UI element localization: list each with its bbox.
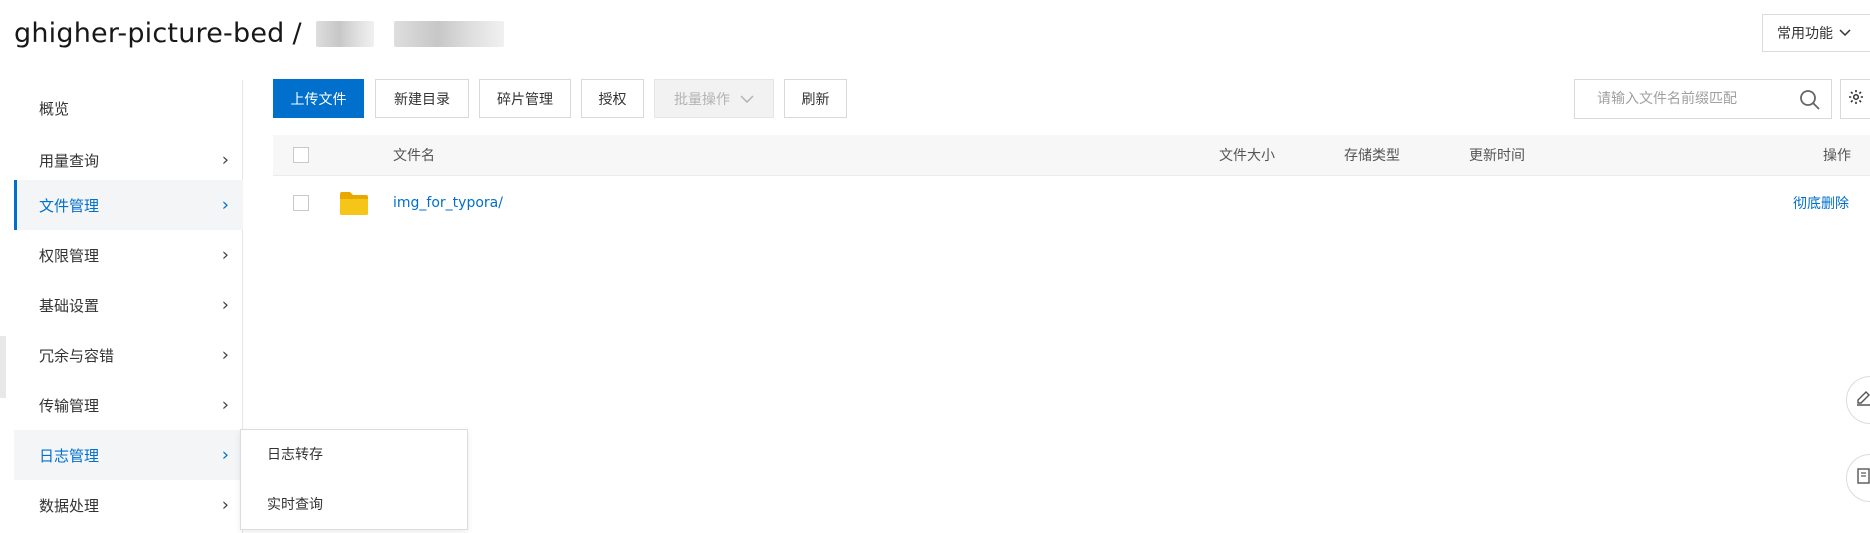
- docs-float-button[interactable]: [1846, 454, 1870, 502]
- new-directory-button[interactable]: 新建目录: [375, 79, 469, 118]
- folder-icon: [339, 178, 369, 228]
- gear-icon: [1848, 89, 1864, 109]
- authorize-label: 授权: [598, 91, 627, 108]
- bucket-name: ghigher-picture-bed: [14, 18, 285, 49]
- column-header-actions: 操作: [1823, 148, 1851, 164]
- chevron-down-icon: [740, 92, 754, 106]
- settings-button[interactable]: [1840, 79, 1870, 119]
- chevron-right-icon: ›: [221, 244, 229, 266]
- redacted-path-segment: [315, 20, 374, 47]
- chevron-down-icon: [1839, 26, 1851, 40]
- delete-permanently-link[interactable]: 彻底删除: [1793, 178, 1849, 228]
- sidebar-item-label: 基础设置: [39, 296, 100, 315]
- sidebar-item-permissions[interactable]: 权限管理 ›: [14, 230, 243, 280]
- sidebar-item-basic-settings[interactable]: 基础设置 ›: [14, 280, 243, 330]
- breadcrumb-separator: /: [292, 18, 302, 49]
- common-functions-label: 常用功能: [1777, 26, 1833, 42]
- sidebar-item-label: 概览: [39, 99, 70, 118]
- fragment-management-button[interactable]: 碎片管理: [479, 79, 571, 118]
- sidebar-item-redundancy[interactable]: 冗余与容错 ›: [14, 330, 243, 380]
- chevron-right-icon: ›: [221, 494, 229, 516]
- sidebar-item-file-management[interactable]: 文件管理 ›: [14, 180, 243, 230]
- chevron-right-icon: ›: [221, 394, 229, 416]
- sidebar-item-label: 数据处理: [39, 496, 100, 515]
- refresh-button[interactable]: 刷新: [784, 79, 847, 118]
- chevron-right-icon: ›: [221, 194, 229, 216]
- sidebar-item-label: 冗余与容错: [39, 346, 115, 365]
- sidebar-item-transfer[interactable]: 传输管理 ›: [14, 380, 243, 430]
- chevron-right-icon: ›: [221, 344, 229, 366]
- file-table-header: 文件名 文件大小 存储类型 更新时间 操作: [273, 135, 1870, 176]
- authorize-button[interactable]: 授权: [581, 79, 644, 118]
- search-box: [1574, 79, 1832, 119]
- chevron-right-icon: ›: [221, 149, 229, 171]
- sidebar-item-overview[interactable]: 概览: [14, 83, 243, 133]
- new-directory-label: 新建目录: [394, 91, 450, 108]
- column-header-storage[interactable]: 存储类型: [1344, 135, 1400, 175]
- logs-submenu: 日志转存 实时查询: [240, 429, 468, 530]
- chevron-right-icon: ›: [221, 444, 229, 466]
- sidebar-item-label: 传输管理: [39, 396, 100, 415]
- column-header-size[interactable]: 文件大小: [1219, 135, 1275, 175]
- sidebar-item-logs[interactable]: 日志管理 ›: [14, 430, 243, 480]
- common-functions-button[interactable]: 常用功能: [1762, 14, 1870, 52]
- sidebar-item-label: 用量查询: [39, 151, 100, 170]
- select-all-checkbox[interactable]: [293, 147, 309, 163]
- upload-file-label: 上传文件: [290, 91, 347, 108]
- upload-file-button[interactable]: 上传文件: [273, 79, 364, 118]
- table-row: img_for_typora/ 彻底删除: [273, 178, 1870, 228]
- book-icon: [1855, 467, 1870, 489]
- sidebar-item-label: 日志管理: [39, 446, 100, 465]
- sidebar: 概览 用量查询 › 文件管理 › 权限管理 › 基础设置 › 冗余与容错 › 传…: [0, 80, 243, 533]
- search-input[interactable]: [1595, 90, 1789, 108]
- refresh-label: 刷新: [801, 91, 830, 108]
- search-icon[interactable]: [1799, 89, 1821, 115]
- edit-icon: [1855, 389, 1870, 411]
- sidebar-item-usage[interactable]: 用量查询 ›: [14, 135, 243, 185]
- submenu-item-log-dump[interactable]: 日志转存: [267, 444, 323, 464]
- chevron-right-icon: ›: [221, 294, 229, 316]
- column-header-name[interactable]: 文件名: [393, 135, 435, 175]
- fragment-management-label: 碎片管理: [497, 91, 553, 108]
- edit-float-button[interactable]: [1846, 376, 1870, 424]
- file-name-link[interactable]: img_for_typora/: [393, 178, 503, 228]
- sidebar-item-label: 文件管理: [39, 196, 100, 215]
- batch-operation-button[interactable]: 批量操作: [654, 79, 774, 118]
- submenu-item-realtime-query[interactable]: 实时查询: [267, 494, 323, 514]
- sidebar-item-data-processing[interactable]: 数据处理 ›: [14, 480, 243, 530]
- row-checkbox[interactable]: [293, 195, 309, 211]
- redacted-path-segment: [393, 20, 504, 47]
- sidebar-item-label: 权限管理: [39, 246, 100, 265]
- batch-operation-label: 批量操作: [674, 91, 730, 108]
- page-title: ghigher-picture-bed /: [14, 18, 504, 49]
- column-header-updated[interactable]: 更新时间: [1469, 135, 1525, 175]
